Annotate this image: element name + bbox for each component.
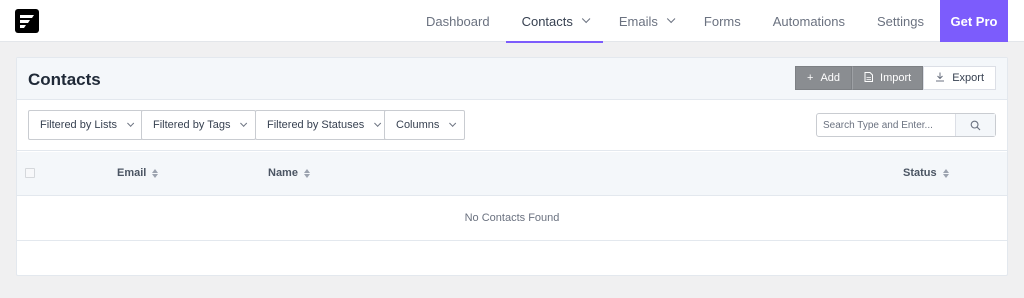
header-actions: + Add Import Export (795, 66, 996, 90)
column-status-label: Status (903, 167, 937, 179)
search-input[interactable] (817, 114, 955, 136)
search-button[interactable] (955, 114, 995, 136)
contacts-panel: Contacts + Add Import Export Filtered by (16, 57, 1008, 276)
export-button[interactable]: Export (923, 66, 996, 90)
nav-emails[interactable]: Emails (603, 0, 688, 42)
get-pro-button[interactable]: Get Pro (940, 0, 1008, 42)
search-icon (970, 120, 981, 130)
import-button[interactable]: Import (852, 66, 924, 90)
nav-emails-label: Emails (618, 13, 658, 29)
nav-contacts[interactable]: Contacts (505, 0, 604, 43)
sort-icon (152, 168, 159, 178)
empty-state-message: No Contacts Found (17, 196, 1007, 241)
import-label: Import (880, 72, 912, 84)
filter-tags-label: Filtered by Tags (153, 119, 231, 131)
column-email-label: Email (117, 167, 147, 179)
export-label: Export (952, 72, 984, 84)
nav-automations[interactable]: Automations (757, 0, 861, 42)
nav-dashboard[interactable]: Dashboard (410, 0, 506, 42)
nav-forms[interactable]: Forms (688, 0, 757, 42)
filter-bar: Filtered by Lists Filtered by Tags Filte… (17, 100, 1007, 151)
chevron-down-icon (581, 14, 591, 24)
table-header: Email Name Status (17, 152, 1007, 196)
chevron-down-icon (449, 119, 457, 127)
chevron-down-icon (127, 119, 135, 127)
page-title: Contacts (28, 70, 101, 89)
column-name-label: Name (268, 167, 298, 179)
column-email[interactable]: Email (117, 167, 159, 179)
columns-label: Columns (396, 119, 440, 131)
chevron-down-icon (666, 14, 676, 24)
columns-dropdown[interactable]: Columns (384, 110, 466, 140)
plus-icon: + (807, 71, 814, 84)
chevron-down-icon (240, 119, 248, 127)
filter-statuses-dropdown[interactable]: Filtered by Statuses (255, 110, 391, 140)
nav-automations-label: Automations (772, 13, 846, 29)
main-nav: Dashboard Contacts Emails Forms Automati… (410, 0, 940, 43)
filter-statuses-label: Filtered by Statuses (267, 119, 365, 131)
nav-settings[interactable]: Settings (861, 0, 940, 42)
chevron-down-icon (374, 119, 382, 127)
download-icon (935, 72, 945, 85)
sort-icon (942, 168, 949, 178)
nav-dashboard-label: Dashboard (425, 13, 490, 29)
add-contact-button[interactable]: + Add (795, 66, 853, 90)
search-box (816, 113, 996, 137)
nav-forms-label: Forms (703, 13, 741, 29)
column-name[interactable]: Name (268, 167, 310, 179)
sort-icon (303, 168, 310, 178)
top-navigation-bar: Dashboard Contacts Emails Forms Automati… (0, 0, 1024, 43)
nav-contacts-label: Contacts (521, 13, 573, 29)
filter-tags-dropdown[interactable]: Filtered by Tags (141, 110, 257, 140)
add-label: Add (820, 72, 841, 84)
document-icon (864, 71, 874, 85)
fluentcrm-logo-icon[interactable] (15, 9, 39, 33)
filter-lists-label: Filtered by Lists (40, 119, 118, 131)
filter-lists-dropdown[interactable]: Filtered by Lists (28, 110, 144, 140)
nav-settings-label: Settings (877, 13, 924, 29)
column-status[interactable]: Status (903, 167, 949, 179)
select-all-checkbox[interactable] (25, 168, 35, 178)
panel-header: Contacts + Add Import Export (17, 58, 1007, 100)
